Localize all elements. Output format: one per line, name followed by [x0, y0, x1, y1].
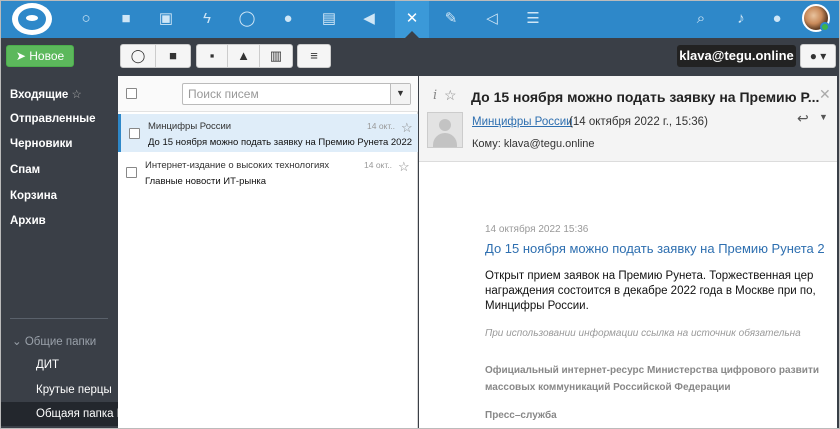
sender-avatar — [427, 112, 463, 148]
move-to-folder-button[interactable]: ■ — [155, 44, 191, 68]
shared-folder-dit[interactable]: ДИТ — [36, 359, 59, 371]
sender-link[interactable]: Минцифры России — [472, 116, 573, 128]
folder-trash[interactable]: Корзина — [10, 190, 57, 202]
folder-sidebar: Входящие ☆ Отправленные Черновики Спам К… — [0, 76, 118, 429]
body-organization: Официальный интернет-ресурс Министерства… — [485, 362, 819, 396]
chevron-down-icon[interactable]: ▼ — [819, 112, 828, 122]
top-navigation-bar: ○ ■ ▣ ϟ ◯ ● ▤ ◀ ✕ ✎ ◁ ☰ ⌕ ♪ ● — [0, 0, 840, 38]
search-options-dropdown[interactable]: ▼ — [390, 84, 410, 104]
shared-folder-krutye-pertsy[interactable]: Крутые перцы — [36, 384, 112, 396]
circle-icon[interactable]: ○ — [75, 8, 97, 30]
image-icon[interactable]: ▣ — [155, 8, 177, 30]
edit-icon[interactable]: ✎ — [440, 8, 462, 30]
body-title-link[interactable]: До 15 ноября можно подать заявку на Прем… — [485, 241, 825, 256]
sidebar-divider — [10, 318, 108, 319]
message-date: 14 окт.. — [364, 160, 393, 170]
info-icon[interactable]: i — [433, 88, 437, 103]
spam-button[interactable]: ▲ — [227, 44, 260, 68]
volume-icon[interactable]: ◀ — [358, 8, 380, 30]
contacts-icon[interactable]: ● — [766, 8, 788, 30]
message-subject: До 15 ноября можно подать заявку на Прем… — [148, 137, 413, 148]
user-menu-button[interactable]: ● ▾ — [800, 44, 836, 68]
search-icon[interactable]: ⌕ — [690, 8, 712, 30]
body-text-line: награждения состоится в декабре 2022 год… — [485, 285, 816, 297]
message-datetime: (14 октября 2022 г., 15:36) — [569, 116, 708, 128]
chat-icon[interactable]: ◯ — [236, 8, 258, 30]
new-message-label: Новое — [29, 49, 65, 63]
message-list-panel: ▼ Минцифры России 14 окт.. ☆ До 15 ноябр… — [118, 76, 418, 429]
message-subject-title: До 15 ноября можно подать заявку на Прем… — [471, 89, 820, 105]
body-date: 14 октября 2022 15:36 — [485, 224, 589, 235]
calendar-icon[interactable]: ▤ — [318, 8, 340, 30]
message-item[interactable]: Минцифры России 14 окт.. ☆ До 15 ноября … — [118, 114, 418, 152]
active-tab-caret — [405, 31, 419, 38]
body-text: Открыт прием заявок на Премию Рунета. То… — [485, 269, 816, 314]
refresh-icon: ◯ — [130, 48, 146, 63]
folder-inbox-label: Входящие — [10, 89, 69, 101]
message-checkbox[interactable] — [129, 128, 140, 139]
network-icon[interactable]: ✕ — [401, 8, 423, 30]
caret-down-icon: ▼ — [396, 88, 405, 98]
folder-icon[interactable]: ■ — [115, 8, 137, 30]
body-organization-line: массовых коммуникаций Российской Федерац… — [485, 382, 731, 393]
shared-folder-common[interactable]: Общаяя папка M — [0, 402, 118, 426]
bell-icon[interactable]: ♪ — [730, 8, 752, 30]
user-icon: ● ▾ — [809, 49, 827, 63]
body-source-note: При использовании информации ссылка на и… — [485, 328, 801, 339]
star-icon[interactable]: ☆ — [444, 87, 457, 104]
select-all-checkbox[interactable] — [126, 88, 137, 99]
body-text-line: Минцифры России. — [485, 300, 589, 312]
body-press-service: Пресс–служба — [485, 410, 557, 421]
folder-drafts[interactable]: Черновики — [10, 138, 72, 150]
folder-archive[interactable]: Архив — [10, 215, 46, 227]
folder-sent[interactable]: Отправленные — [10, 113, 96, 125]
bolt-icon[interactable]: ϟ — [196, 8, 218, 30]
body-organization-line: Официальный интернет-ресурс Министерства… — [485, 365, 819, 376]
close-icon[interactable]: ✕ — [819, 86, 831, 103]
list-icon[interactable]: ☰ — [522, 8, 544, 30]
warning-icon: ▲ — [237, 48, 250, 63]
message-item[interactable]: Интернет-издание о высоких технологиях 1… — [118, 153, 418, 191]
app-logo[interactable] — [12, 3, 52, 35]
search-box: ▼ — [182, 83, 411, 105]
archive-button[interactable]: ▪ — [196, 44, 228, 68]
message-list-header: ▼ — [118, 76, 418, 112]
message-checkbox[interactable] — [126, 167, 137, 178]
chevron-down-icon: ⌄ — [12, 336, 22, 348]
new-message-button[interactable]: ➤ Новое — [6, 45, 74, 67]
send-icon: ➤ — [15, 49, 26, 63]
folder-inbox[interactable]: Входящие ☆ — [10, 87, 82, 101]
folder-icon: ■ — [169, 48, 177, 63]
star-icon[interactable]: ☆ — [398, 159, 410, 175]
online-status-indicator — [820, 22, 830, 32]
users-icon[interactable]: ● — [277, 8, 299, 30]
refresh-button[interactable]: ◯ — [120, 44, 156, 68]
shared-folders-label: Общие папки — [24, 336, 97, 348]
more-actions-button[interactable]: ≡ — [297, 44, 331, 68]
delete-button[interactable]: ▥ — [259, 44, 293, 68]
message-subject: Главные новости ИТ-рынка — [145, 176, 267, 187]
folder-spam[interactable]: Спам — [10, 164, 40, 176]
message-sender: Минцифры России — [148, 121, 232, 132]
star-icon[interactable]: ☆ — [72, 89, 82, 101]
recipient-line: Кому: klava@tegu.online — [472, 138, 595, 150]
message-date: 14 окт.. — [367, 121, 396, 131]
account-email: klava@tegu.online — [677, 45, 796, 67]
shared-folders-group[interactable]: ⌄ Общие папки — [12, 334, 96, 348]
star-icon[interactable]: ☆ — [401, 120, 413, 136]
reply-icon[interactable]: ↩ — [797, 110, 809, 127]
trash-icon: ▥ — [269, 48, 283, 63]
menu-icon: ≡ — [310, 48, 318, 63]
reading-pane: i ☆ До 15 ноября можно подать заявку на … — [419, 76, 837, 429]
message-header: i ☆ До 15 ноября можно подать заявку на … — [419, 76, 837, 162]
archive-icon: ▪ — [209, 48, 215, 63]
search-input[interactable] — [183, 84, 389, 104]
megaphone-icon[interactable]: ◁ — [481, 8, 503, 30]
message-sender: Интернет-издание о высоких технологиях — [145, 160, 330, 171]
body-text-line: Открыт прием заявок на Премию Рунета. То… — [485, 270, 814, 282]
